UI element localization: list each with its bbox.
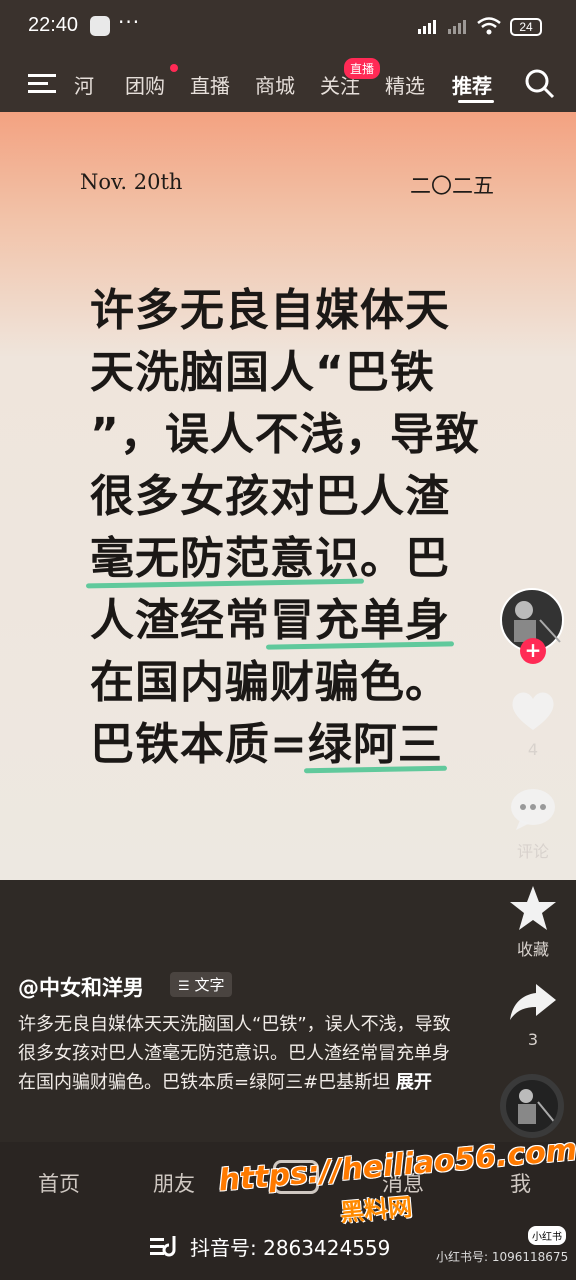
comment-icon[interactable] [508, 786, 558, 832]
expand-button[interactable]: 展开 [396, 1072, 432, 1093]
active-tab-indicator [458, 100, 494, 103]
card-text-line-2: 天洗脑国人“巴铁 [90, 342, 435, 404]
card-line-text: 人渣经常 [90, 595, 270, 646]
tab-group-buy[interactable]: 团购 [125, 70, 165, 99]
comment-label: 评论 [516, 842, 549, 861]
card-line-text: 在国内骗财骗色。 [90, 657, 450, 708]
card-line-text: 。巴 [360, 533, 450, 584]
post-image-card[interactable]: Nov. 20th 二〇二五 许多无良自媒体天 天洗脑国人“巴铁 ”，误人不浅，… [0, 112, 576, 880]
card-line-text: ”，误人不浅，导致 [90, 409, 480, 460]
cellular-signal-2-icon [448, 18, 466, 34]
douyin-id: 抖音号: 2863424559 [190, 1236, 391, 1260]
tab-recommended[interactable]: 推荐 [452, 70, 492, 99]
favorite-star-icon[interactable] [508, 884, 558, 932]
music-cover-icon [518, 1089, 557, 1125]
app-notification-icon [90, 16, 110, 36]
battery-indicator: 24 [510, 18, 542, 36]
card-line-text: 天洗脑国人“巴铁 [90, 347, 435, 398]
xiaohongshu-id: 小红书号: 1096118675 [436, 1250, 569, 1264]
highlighted-text: 绿阿三 [308, 714, 443, 776]
author-name[interactable]: @中女和洋男 [18, 972, 144, 1002]
card-text-line-3: ”，误人不浅，导致 [90, 404, 480, 466]
card-text-line-4: 很多女孩对巴人渣 [90, 466, 450, 528]
highlighted-text: 毫无防范意识 [90, 528, 360, 590]
watermark-name: 黑料网 [339, 1192, 414, 1228]
follow-plus-button[interactable]: + [520, 638, 546, 664]
text-lines-icon: ☰ [178, 979, 190, 994]
more-notifications-icon: ··· [118, 10, 141, 34]
search-icon[interactable] [524, 68, 556, 100]
text-type-tag[interactable]: ☰ 文字 [170, 972, 233, 997]
card-text-line-1: 许多无良自媒体天 [90, 280, 450, 342]
card-line-text: 许多无良自媒体天 [90, 285, 450, 336]
card-text-line-7: 在国内骗财骗色。 [90, 652, 450, 714]
top-nav: 河 团购 直播 商城 关注 直播 精选 推荐 [0, 54, 576, 112]
tag-label: 文字 [194, 976, 225, 994]
bottom-tab-home[interactable]: 首页 [38, 1168, 80, 1198]
card-line-text: 巴铁本质= [90, 719, 308, 770]
description-text: 许多无良自媒体天天洗脑国人“巴铁”，误人不浅，导致很多女孩对巴人渣毫无防范意识。… [18, 1014, 451, 1093]
card-line-text: 很多女孩对巴人渣 [90, 471, 450, 522]
footer-bar: 抖音号: 2863424559 小红书号: 1096118675 小红书 [0, 1222, 576, 1280]
music-disc[interactable] [500, 1074, 564, 1138]
status-time: 22:40 [28, 14, 79, 36]
share-count: 3 [527, 1030, 539, 1049]
share-arrow-icon[interactable] [508, 980, 558, 1024]
live-badge: 直播 [344, 58, 381, 79]
xiaohongshu-logo: 小红书 [528, 1226, 566, 1245]
favorite-label: 收藏 [516, 940, 549, 959]
bottom-tab-friends[interactable]: 朋友 [153, 1168, 195, 1198]
tab-river[interactable]: 河 [74, 70, 94, 99]
card-text-line-8: 巴铁本质=绿阿三 [90, 714, 443, 776]
tab-featured[interactable]: 精选 [385, 70, 425, 99]
douyin-logo-icon [150, 1236, 176, 1257]
card-year: 二〇二五 [410, 174, 494, 198]
like-heart-icon[interactable] [508, 688, 558, 734]
status-bar: 22:40 ··· 24 [0, 0, 576, 54]
cellular-signal-icon [418, 18, 436, 34]
notification-dot [170, 64, 178, 72]
menu-icon[interactable] [28, 72, 58, 96]
card-text-line-6: 人渣经常冒充单身 [90, 590, 450, 652]
card-date: Nov. 20th [80, 170, 183, 194]
post-description[interactable]: 许多无良自媒体天天洗脑国人“巴铁”，误人不浅，导致很多女孩对巴人渣毫无防范意识。… [18, 1010, 458, 1097]
card-text-line-5: 毫无防范意识。巴 [90, 528, 450, 590]
tab-mall[interactable]: 商城 [255, 70, 295, 99]
tab-live[interactable]: 直播 [190, 70, 230, 99]
like-count: 4 [527, 740, 539, 759]
highlighted-text: 冒充单身 [270, 590, 450, 652]
wifi-icon [477, 17, 501, 35]
